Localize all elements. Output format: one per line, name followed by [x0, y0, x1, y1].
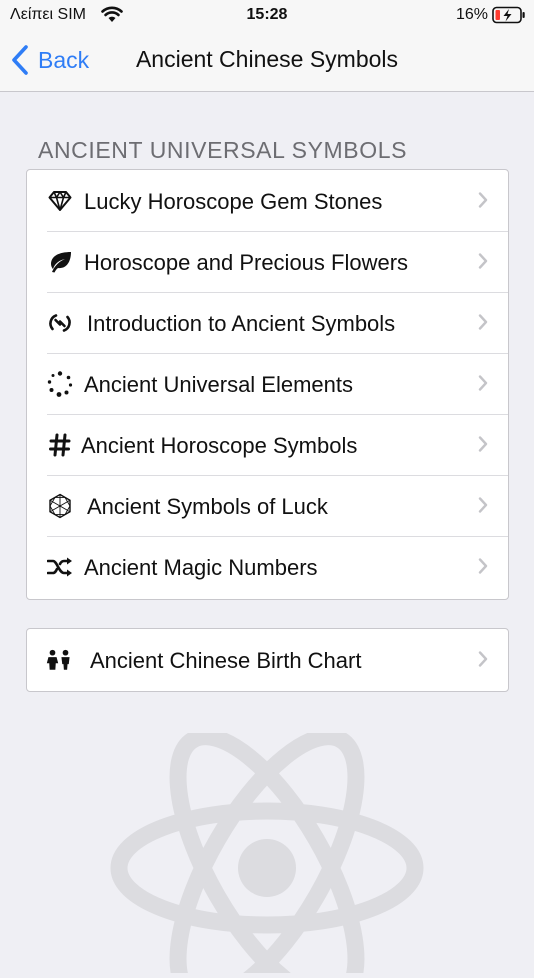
chevron-right-icon — [478, 436, 488, 452]
list-item-magic-numbers[interactable]: Ancient Magic Numbers — [27, 536, 508, 597]
list-item-label: Ancient Chinese Birth Chart — [90, 648, 362, 673]
hexagon-icon — [47, 493, 73, 519]
battery-charging-icon — [492, 6, 526, 29]
symbols-list: Lucky Horoscope Gem Stones Horoscope and… — [26, 169, 509, 600]
children-icon — [46, 647, 72, 673]
battery-percent: 16% — [455, 6, 488, 23]
list-item-symbols-of-luck[interactable]: Ancient Symbols of Luck — [27, 475, 508, 536]
chevron-right-icon — [478, 314, 488, 330]
list-item-label: Lucky Horoscope Gem Stones — [84, 189, 383, 214]
clock: 15:28 — [246, 6, 288, 23]
chevron-right-icon — [478, 192, 488, 208]
list-item-horoscope-symbols[interactable]: Ancient Horoscope Symbols — [27, 414, 508, 475]
list-item-precious-flowers[interactable]: Horoscope and Precious Flowers — [27, 231, 508, 292]
shuffle-icon — [47, 554, 73, 580]
list-item-label: Ancient Symbols of Luck — [87, 494, 328, 519]
chevron-right-icon — [478, 253, 488, 269]
chevron-right-icon — [478, 558, 488, 574]
birth-chart-list: Ancient Chinese Birth Chart — [26, 628, 509, 692]
page-title: Ancient Chinese Symbols — [135, 46, 399, 72]
chevron-right-icon — [478, 375, 488, 391]
list-item-label: Ancient Horoscope Symbols — [81, 433, 358, 458]
list-item-universal-elements[interactable]: Ancient Universal Elements — [27, 353, 508, 414]
chevron-right-icon — [478, 651, 488, 667]
list-item-label: Horoscope and Precious Flowers — [84, 250, 409, 275]
hashtag-icon — [47, 432, 73, 458]
navigation-bar: Back Ancient Chinese Symbols — [0, 30, 534, 92]
status-bar: Λείπει SIM 15:28 16% — [0, 0, 534, 30]
dotted-circle-icon — [47, 371, 73, 397]
list-item-gem-stones[interactable]: Lucky Horoscope Gem Stones — [27, 170, 508, 231]
list-item-label: Ancient Magic Numbers — [84, 555, 318, 580]
no-link-icon — [47, 310, 73, 336]
chevron-right-icon — [478, 497, 488, 513]
list-item-label: Introduction to Ancient Symbols — [87, 311, 396, 336]
list-item-label: Ancient Universal Elements — [84, 372, 354, 397]
leaf-icon — [47, 249, 73, 275]
section-header: ANCIENT UNIVERSAL SYMBOLS — [38, 137, 408, 163]
list-item-introduction[interactable]: Introduction to Ancient Symbols — [27, 292, 508, 353]
diamond-icon — [47, 188, 73, 214]
atom-icon — [110, 728, 424, 978]
list-item-birth-chart[interactable]: Ancient Chinese Birth Chart — [27, 629, 508, 690]
